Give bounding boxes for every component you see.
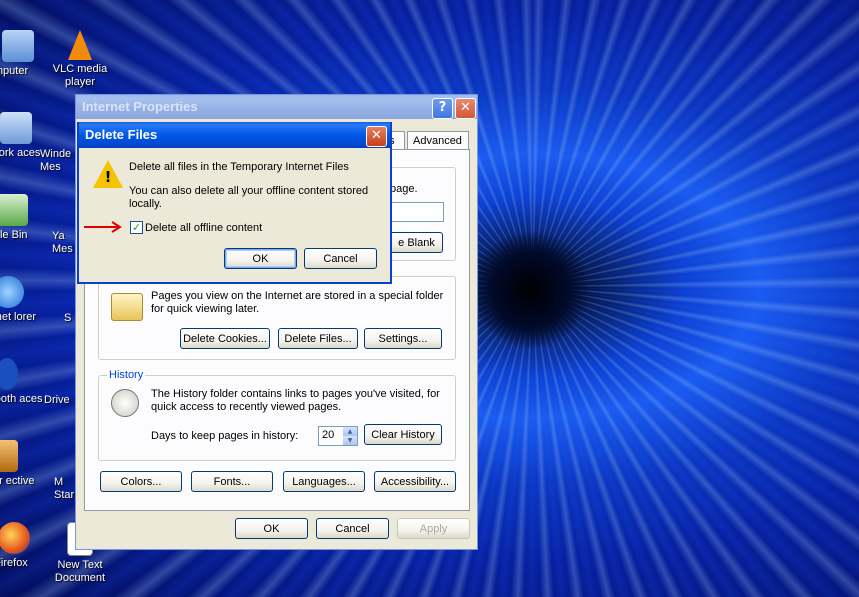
dialog-ok-button[interactable]: OK xyxy=(224,248,297,269)
vlc-cone-icon xyxy=(68,30,92,60)
computer-icon xyxy=(2,30,34,62)
desktop-icon-bluetooth[interactable]: uetooth aces xyxy=(0,358,44,406)
accessibility-button[interactable]: Accessibility... xyxy=(374,471,456,492)
desktop-icon-windows-messenger[interactable]: Winde Mes xyxy=(40,148,80,174)
home-page-address-input[interactable] xyxy=(390,202,444,222)
desktop-icon-label: S xyxy=(64,312,72,324)
delete-files-titlebar[interactable]: Delete Files xyxy=(79,122,390,148)
history-group-label: History xyxy=(107,369,146,382)
detective-icon xyxy=(0,440,18,472)
use-blank-button[interactable]: e Blank xyxy=(390,232,443,253)
help-button[interactable]: ? xyxy=(432,98,453,119)
wallpaper-core xyxy=(470,230,590,350)
desktop-icon-label: Firefox xyxy=(0,557,28,569)
firefox-icon xyxy=(0,522,30,554)
temp-files-description: Pages you view on the Internet are store… xyxy=(151,290,444,315)
bluetooth-icon xyxy=(0,358,18,390)
internet-properties-titlebar[interactable]: Internet Properties xyxy=(76,95,477,119)
desktop-icon-firefox[interactable]: Firefox xyxy=(0,522,44,570)
desktop-icon-label: VLC media player xyxy=(52,63,108,88)
spinner-down-icon[interactable]: ▼ xyxy=(343,436,357,445)
desktop-icon-label: ver ective xyxy=(0,475,35,487)
desktop-icon-vlc[interactable]: VLC media player xyxy=(47,30,113,89)
red-arrow-annotation xyxy=(84,221,122,233)
ok-button[interactable]: OK xyxy=(235,518,308,539)
delete-offline-checkbox[interactable]: ✓ xyxy=(130,221,143,234)
desktop-icon-label: Ya Mes xyxy=(52,230,73,255)
desktop-icon-internet-explorer[interactable]: ernet lorer xyxy=(0,276,44,324)
desktop-icon-label: cle Bin xyxy=(0,229,28,241)
tab-advanced[interactable]: Advanced xyxy=(407,131,469,149)
dialog-title: Delete Files xyxy=(85,127,158,142)
desktop-icon-label: Winde Mes xyxy=(40,148,72,173)
delete-offline-label[interactable]: Delete all offline content xyxy=(145,222,262,235)
colors-button[interactable]: Colors... xyxy=(100,471,182,492)
dialog-cancel-button[interactable]: Cancel xyxy=(304,248,377,269)
history-description: The History folder contains links to pag… xyxy=(151,388,440,413)
temp-internet-files-icon xyxy=(111,293,143,321)
desktop-icon-label: mputer xyxy=(0,65,29,77)
delete-files-dialog: Delete Files ✕ ! Delete all files in the… xyxy=(77,122,392,284)
desktop-icon-label: Drive xyxy=(44,394,70,406)
ie-icon xyxy=(0,276,24,308)
network-icon xyxy=(0,112,32,144)
home-page-text-fragment: page. xyxy=(390,183,418,195)
fonts-button[interactable]: Fonts... xyxy=(191,471,273,492)
desktop-icon-driver-detective[interactable]: ver ective xyxy=(0,440,44,488)
spinner-up-icon[interactable]: ▲ xyxy=(343,427,357,436)
clear-history-button[interactable]: Clear History xyxy=(364,424,442,445)
close-button[interactable]: ✕ xyxy=(455,98,476,119)
window-title: Internet Properties xyxy=(82,99,198,114)
desktop-icon-label: New Text Document xyxy=(54,559,106,584)
dialog-close-button[interactable]: ✕ xyxy=(366,126,387,147)
delete-cookies-button[interactable]: Delete Cookies... xyxy=(180,328,270,349)
desktop-icon-label: uetooth aces xyxy=(0,393,43,405)
apply-button[interactable]: Apply xyxy=(397,518,470,539)
days-to-keep-input[interactable]: 20 ▲ ▼ xyxy=(318,426,358,446)
recycle-bin-icon xyxy=(0,194,28,226)
days-to-keep-label: Days to keep pages in history: xyxy=(151,430,299,442)
delete-files-button[interactable]: Delete Files... xyxy=(278,328,358,349)
cancel-button[interactable]: Cancel xyxy=(316,518,389,539)
dialog-line-2: You can also delete all your offline con… xyxy=(129,185,369,210)
settings-button[interactable]: Settings... xyxy=(364,328,442,349)
desktop-icon-my-computer[interactable]: mputer xyxy=(0,30,44,78)
desktop-icon-label: ernet lorer xyxy=(0,311,37,323)
history-icon xyxy=(111,389,139,417)
desktop-icon-label: etwork aces xyxy=(0,147,41,159)
warning-exclamation-icon: ! xyxy=(104,168,112,186)
desktop-icon-label: M Star xyxy=(54,476,75,501)
desktop-icon-recycle-bin[interactable]: cle Bin xyxy=(0,194,44,242)
desktop-icon-network[interactable]: etwork aces xyxy=(0,112,44,160)
languages-button[interactable]: Languages... xyxy=(283,471,365,492)
dialog-line-1: Delete all files in the Temporary Intern… xyxy=(129,161,349,173)
